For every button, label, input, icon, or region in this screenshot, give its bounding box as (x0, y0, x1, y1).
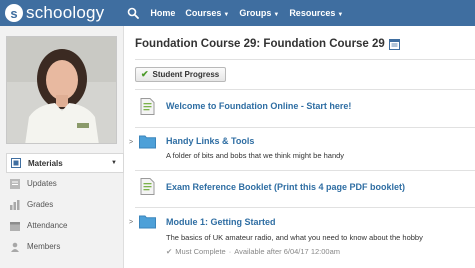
folder-icon (139, 133, 156, 150)
chevron-down-icon: ▼ (111, 160, 117, 166)
logo-text: schoology (26, 3, 105, 22)
grades-icon (10, 199, 20, 210)
members-icon (10, 242, 20, 252)
top-navigation-bar: s schoology Home Courses ▼ Groups ▼ Resour… (0, 0, 475, 26)
nav-home[interactable]: Home (150, 8, 175, 18)
chevron-down-icon: ▼ (273, 12, 280, 18)
sidebar-item-grades[interactable]: Grades (6, 194, 124, 215)
page-title: Foundation Course 29: Foundation Course … (135, 38, 400, 50)
sidebar-item-updates[interactable]: Updates (6, 173, 124, 194)
sidebar-item-label: Members (27, 242, 61, 251)
sidebar-item-members[interactable]: Members (6, 236, 124, 257)
sidebar-item-label: Grades (27, 200, 54, 209)
folder-description: A folder of bits and bobs that we think … (166, 151, 345, 160)
list-item: > Module 1: Getting Started The basics o… (124, 211, 475, 268)
list-item: > Handy Links & Tools A folder of bits a… (124, 130, 475, 168)
student-progress-button[interactable]: ✔ Student Progress (135, 67, 227, 82)
page-icon (139, 178, 156, 195)
list-item: Exam Reference Booklet (Print this 4 pag… (124, 176, 475, 204)
sidebar-menu: Materials ▼ Updates Grades Attendance Me… (6, 153, 124, 257)
material-link-exam-booklet[interactable]: Exam Reference Booklet (Print this 4 pag… (166, 182, 405, 192)
nav-resources[interactable]: Resources ▼ (289, 8, 343, 18)
calendar-icon[interactable] (388, 38, 400, 50)
folder-icon (139, 213, 156, 230)
divider (135, 127, 475, 128)
sidebar-item-attendance[interactable]: Attendance (6, 215, 124, 236)
list-item: Welcome to Foundation Online - Start her… (124, 96, 475, 124)
sidebar-item-label: Materials (28, 158, 63, 168)
expand-arrow-icon[interactable]: > (129, 219, 133, 226)
chevron-down-icon: ▼ (223, 12, 230, 18)
sidebar-item-materials[interactable]: Materials ▼ (6, 153, 124, 173)
checkmark-icon: ✔ (141, 69, 149, 79)
folder-description: The basics of UK amateur radio, and what… (166, 233, 423, 242)
expand-arrow-icon[interactable]: > (129, 139, 133, 146)
divider (135, 89, 475, 90)
search-icon[interactable] (126, 6, 140, 20)
checkmark-icon: ✔ (166, 247, 173, 256)
course-profile-picture (6, 36, 117, 144)
material-link-welcome[interactable]: Welcome to Foundation Online - Start her… (166, 101, 351, 111)
chevron-down-icon: ▼ (337, 12, 344, 18)
sidebar-item-label: Updates (27, 179, 57, 188)
updates-icon (10, 178, 20, 189)
divider (135, 207, 475, 208)
page-icon (139, 98, 156, 115)
main-content: Foundation Course 29: Foundation Course … (124, 26, 475, 268)
nav-courses[interactable]: Courses ▼ (185, 8, 229, 18)
attendance-icon (10, 221, 20, 231)
folder-link-module-1[interactable]: Module 1: Getting Started (166, 217, 276, 227)
sidebar: Materials ▼ Updates Grades Attendance Me… (0, 26, 124, 268)
schoology-logo[interactable]: s schoology (5, 3, 104, 23)
divider (135, 170, 475, 171)
sidebar-item-label: Attendance (27, 221, 68, 230)
folder-link-handy-links[interactable]: Handy Links & Tools (166, 136, 254, 146)
materials-icon (11, 158, 21, 168)
divider (135, 59, 475, 60)
nav-groups[interactable]: Groups ▼ (239, 8, 279, 18)
logo-badge: s (5, 4, 23, 22)
completion-requirement: ✔ Must Complete · Available after 6/04/1… (166, 247, 341, 256)
